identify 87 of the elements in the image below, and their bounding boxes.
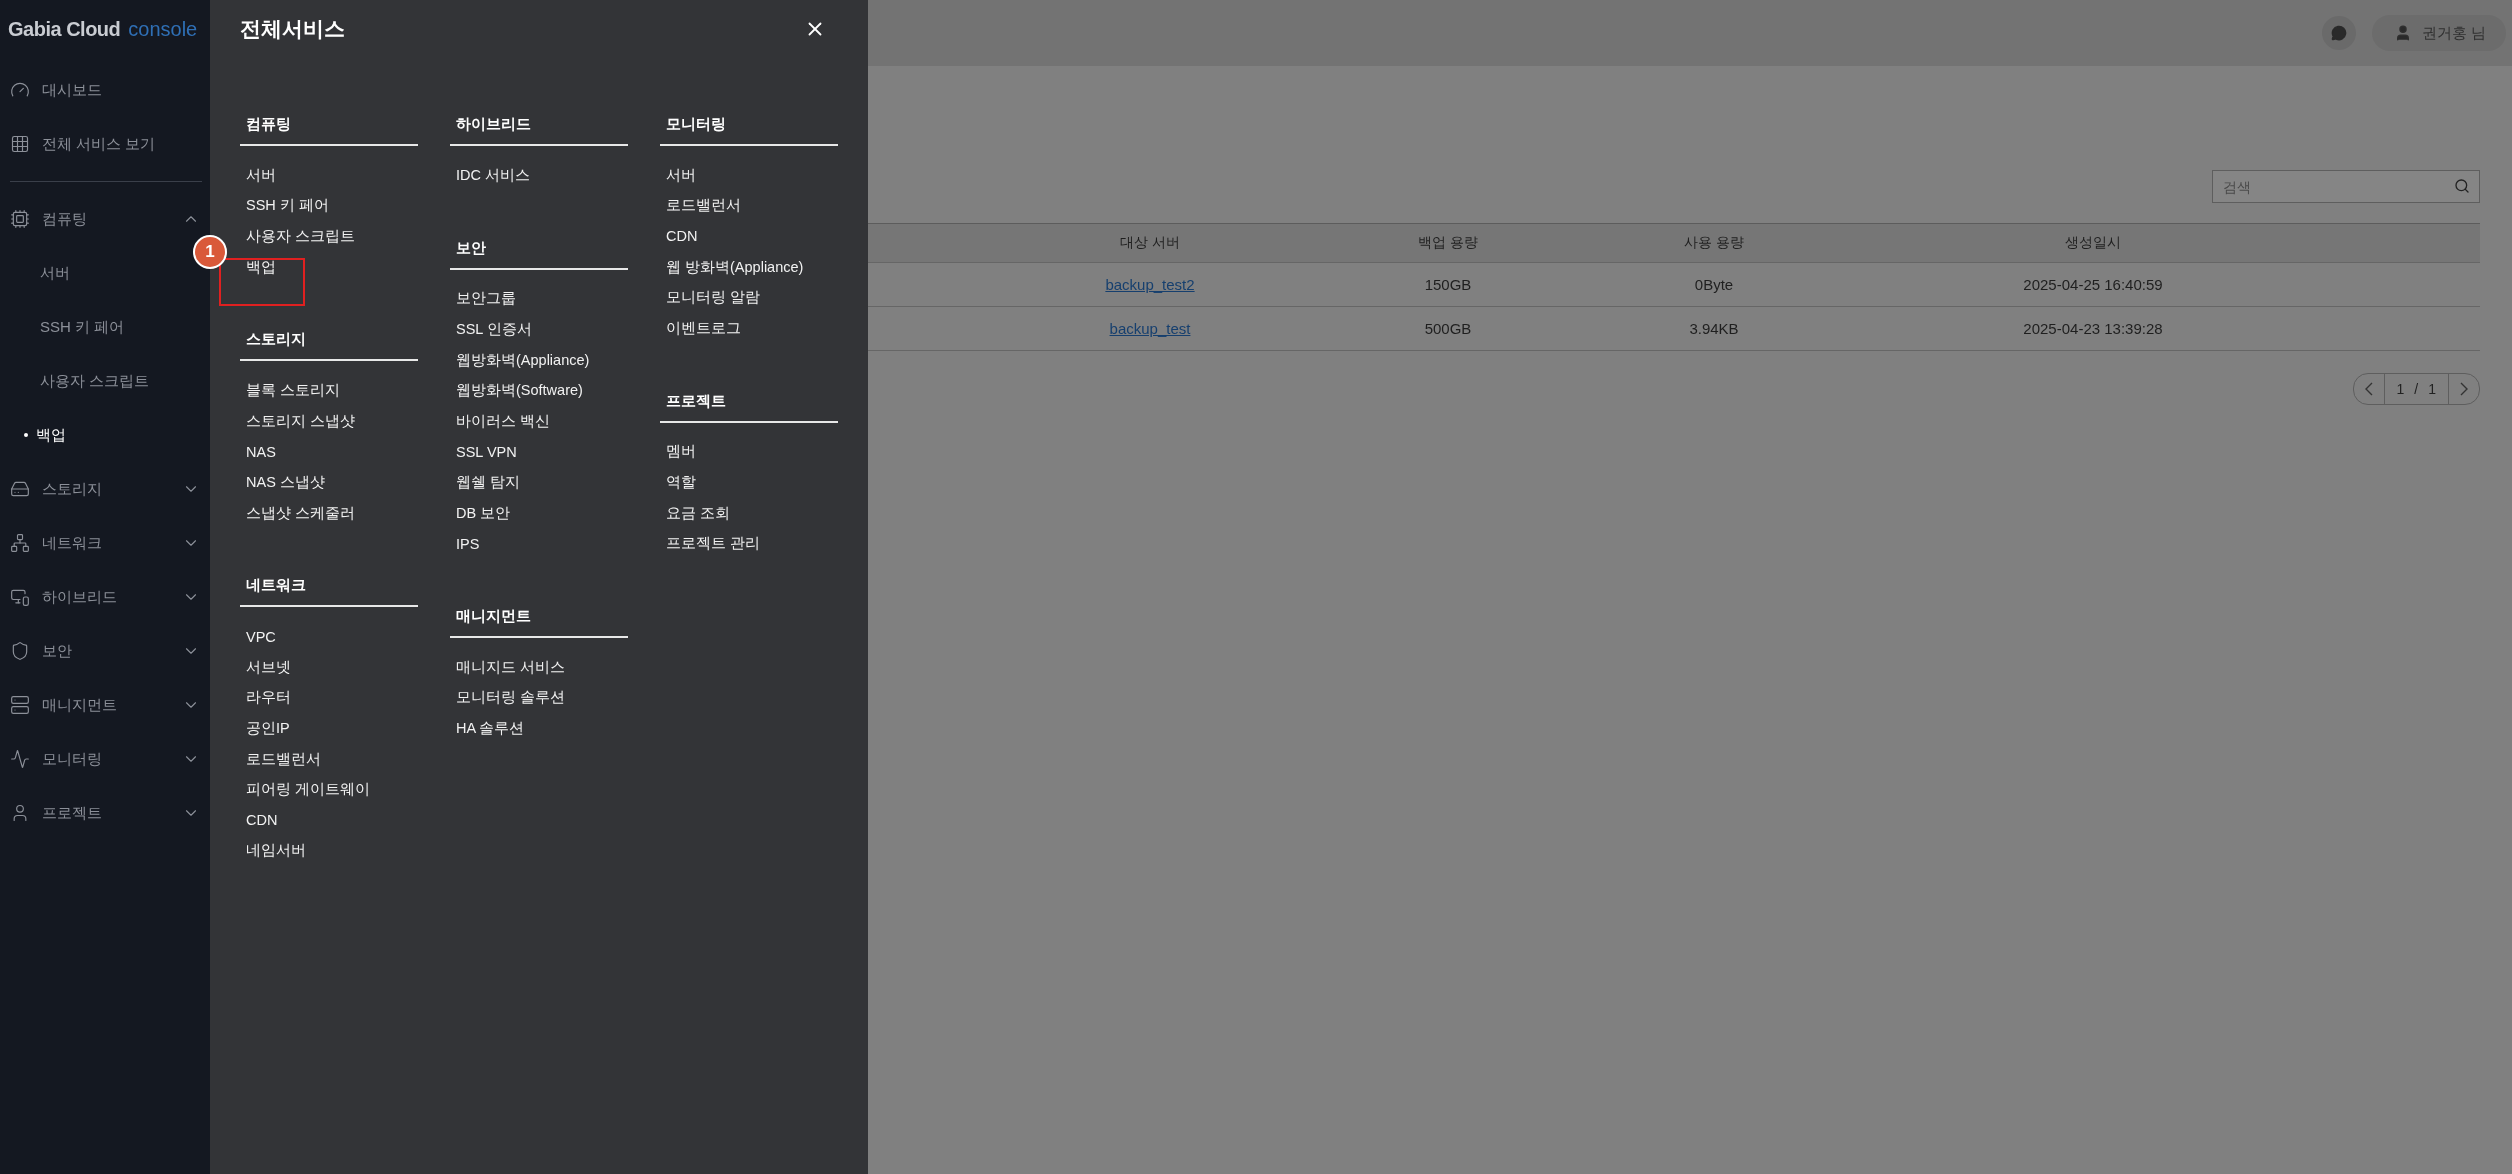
section-heading: 프로젝트 bbox=[660, 390, 838, 423]
sidebar-group[interactable]: 네트워크 bbox=[0, 516, 210, 570]
column-header: 생성일시 bbox=[1832, 224, 2354, 263]
sidebar-subitem[interactable]: 백업 bbox=[0, 408, 210, 462]
server-rack-icon bbox=[10, 695, 30, 715]
menu-item[interactable]: 매니지드 서비스 bbox=[450, 657, 566, 677]
sidebar-group[interactable]: 하이브리드 bbox=[0, 570, 210, 624]
section-heading: 하이브리드 bbox=[450, 114, 628, 146]
table-cell: 0Byte bbox=[1596, 263, 1832, 307]
shield-icon bbox=[10, 641, 30, 661]
menu-item[interactable]: 서버 bbox=[240, 165, 276, 185]
menu-item[interactable]: 로드밸런서 bbox=[240, 749, 321, 769]
menu-item[interactable]: 바이러스 백신 bbox=[450, 411, 551, 431]
menu-item[interactable]: 프로젝트 관리 bbox=[660, 534, 761, 554]
grid-icon bbox=[10, 134, 30, 154]
section-heading: 모니터링 bbox=[660, 114, 838, 146]
menu-item[interactable]: 라우터 bbox=[240, 688, 291, 708]
menu-item[interactable]: 블록 스토리지 bbox=[240, 381, 341, 401]
network-icon bbox=[10, 533, 30, 553]
menu-item[interactable]: 서버 bbox=[660, 165, 696, 185]
menu-item[interactable]: CDN bbox=[240, 812, 278, 829]
drive-icon bbox=[10, 479, 30, 499]
chevron-right-icon bbox=[2460, 382, 2468, 396]
menu-item[interactable]: NAS bbox=[240, 443, 276, 460]
sidebar-item[interactable]: 전체 서비스 보기 bbox=[0, 117, 210, 171]
table-cell: 2025-04-25 16:40:59 bbox=[1832, 263, 2354, 307]
sidebar-group[interactable]: 스토리지 bbox=[0, 462, 210, 516]
sidebar-group[interactable]: 매니지먼트 bbox=[0, 678, 210, 732]
sidebar-item[interactable]: 대시보드 bbox=[0, 63, 210, 117]
table-cell: 2025-04-23 13:39:28 bbox=[1832, 307, 2354, 351]
devices-icon bbox=[10, 587, 30, 607]
section-heading: 보안 bbox=[450, 237, 628, 270]
sidebar-group[interactable]: 프로젝트 bbox=[0, 786, 210, 840]
menu-item[interactable]: 웹방화벽(Appliance) bbox=[450, 350, 590, 370]
sidebar-group[interactable]: 모니터링 bbox=[0, 732, 210, 786]
menu-item[interactable]: SSH 키 페어 bbox=[240, 196, 329, 216]
menu-item[interactable]: 공인IP bbox=[240, 718, 290, 738]
menu-item[interactable]: 요금 조회 bbox=[660, 503, 731, 523]
menu-item[interactable]: 보안그룹 bbox=[450, 289, 516, 309]
menu-item[interactable]: 백업 bbox=[240, 257, 276, 277]
table-cell: 500GB bbox=[1300, 307, 1596, 351]
menu-item[interactable]: 네임서버 bbox=[240, 841, 306, 861]
menu-item[interactable]: IPS bbox=[450, 535, 480, 552]
menu-item[interactable]: 스토리지 스냅샷 bbox=[240, 411, 356, 431]
table-cell: 150GB bbox=[1300, 263, 1596, 307]
pulse-icon bbox=[10, 749, 30, 769]
column-header: 대상 서버 bbox=[1000, 224, 1300, 263]
sidebar-subitem[interactable]: SSH 키 페어 bbox=[0, 300, 210, 354]
menu-item[interactable]: 모니터링 솔루션 bbox=[450, 688, 566, 708]
section-heading: 매니지먼트 bbox=[450, 605, 628, 638]
table-cell: 3.94KB bbox=[1596, 307, 1832, 351]
menu-item[interactable]: 사용자 스크립트 bbox=[240, 227, 356, 246]
sidebar-group[interactable]: 보안 bbox=[0, 624, 210, 678]
menu-item[interactable]: 피어링 게이트웨이 bbox=[240, 780, 371, 800]
column-header: 백업 용량 bbox=[1300, 224, 1596, 263]
section-heading: 컴퓨팅 bbox=[240, 114, 418, 146]
menu-title: 전체서비스 bbox=[240, 16, 345, 42]
menu-item[interactable]: HA 솔루션 bbox=[450, 718, 525, 738]
menu-item[interactable]: 이벤트로그 bbox=[660, 318, 741, 338]
menu-item[interactable]: 서브넷 bbox=[240, 657, 291, 677]
chat-icon bbox=[2330, 25, 2347, 41]
menu-item[interactable]: DB 보안 bbox=[450, 503, 511, 523]
menu-item[interactable]: 웹쉘 탐지 bbox=[450, 472, 521, 492]
menu-item[interactable]: 로드밸런서 bbox=[660, 196, 741, 216]
section-heading: 스토리지 bbox=[240, 329, 418, 362]
menu-item[interactable]: 스냅샷 스케줄러 bbox=[240, 503, 356, 523]
menu-item[interactable]: 웹 방화벽(Appliance) bbox=[660, 257, 804, 277]
page-indicator: 1 / 1 bbox=[2383, 374, 2449, 404]
menu-item[interactable]: NAS 스냅샷 bbox=[240, 472, 325, 492]
chip-icon bbox=[10, 209, 30, 229]
menu-item[interactable]: 모니터링 알람 bbox=[660, 288, 761, 308]
chevron-left-icon bbox=[2364, 382, 2373, 396]
menu-item[interactable]: 역할 bbox=[660, 472, 696, 492]
chat-button[interactable] bbox=[2321, 16, 2356, 50]
section-heading: 네트워크 bbox=[240, 575, 418, 608]
menu-item[interactable]: VPC bbox=[240, 628, 276, 645]
column-header: 사용 용량 bbox=[1596, 224, 1832, 263]
search-icon bbox=[2454, 178, 2470, 194]
menu-item[interactable]: 웹방화벽(Software) bbox=[450, 381, 583, 401]
menu-item[interactable]: SSL 인증서 bbox=[450, 320, 532, 339]
menu-item[interactable]: 멤버 bbox=[660, 442, 696, 462]
search-field[interactable]: 검색 bbox=[2212, 170, 2480, 203]
sidebar-subitem[interactable]: 사용자 스크립트 bbox=[0, 354, 210, 408]
menu-item[interactable]: IDC 서비스 bbox=[450, 165, 530, 185]
menu-item[interactable]: SSL VPN bbox=[450, 443, 517, 460]
menu-item[interactable]: CDN bbox=[660, 228, 698, 245]
logo: Gabia Cloud console bbox=[7, 17, 199, 42]
